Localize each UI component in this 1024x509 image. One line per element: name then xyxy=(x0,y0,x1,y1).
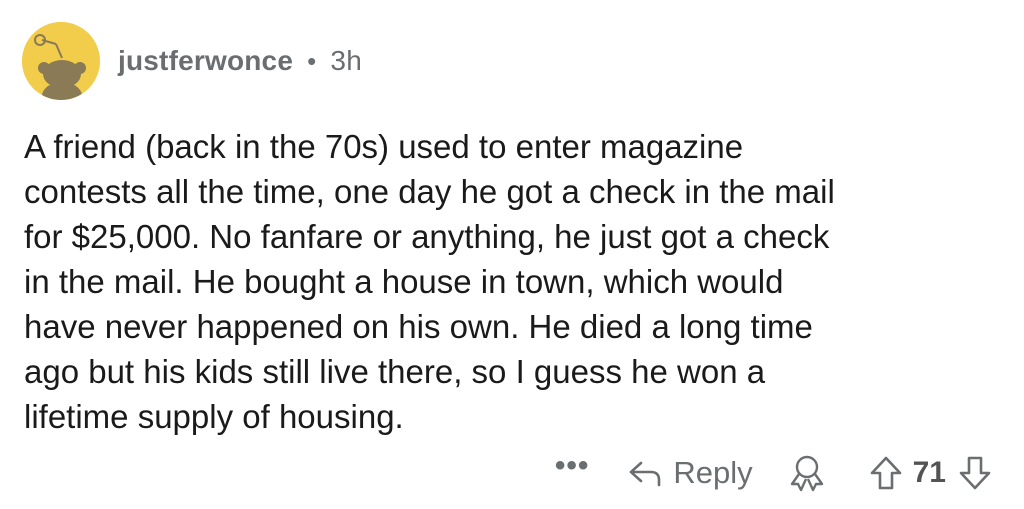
award-button[interactable] xyxy=(787,453,827,493)
comment-actions: ••• Reply 71 xyxy=(555,448,992,498)
more-options-button[interactable]: ••• xyxy=(555,451,590,490)
reply-button[interactable]: Reply xyxy=(627,455,753,491)
reply-label: Reply xyxy=(673,455,753,490)
comment-body: A friend (back in the 70s) used to enter… xyxy=(24,128,835,435)
comment-meta: justferwonce • 3h xyxy=(118,45,362,77)
upvote-arrow-icon[interactable] xyxy=(869,455,903,491)
downvote-arrow-icon[interactable] xyxy=(958,455,992,491)
vote-controls: 71 xyxy=(869,455,992,491)
comment-age: 3h xyxy=(330,45,362,76)
comment: justferwonce • 3h A friend (back in the … xyxy=(0,0,1024,509)
snoo-avatar-icon xyxy=(22,22,100,100)
user-avatar[interactable] xyxy=(22,22,100,100)
vote-count: 71 xyxy=(912,456,946,489)
reply-arrow-icon xyxy=(630,461,661,487)
meta-separator: • xyxy=(307,45,317,76)
author-username[interactable]: justferwonce xyxy=(118,45,293,77)
comment-header: justferwonce • 3h xyxy=(22,22,362,100)
award-icon xyxy=(790,455,823,492)
